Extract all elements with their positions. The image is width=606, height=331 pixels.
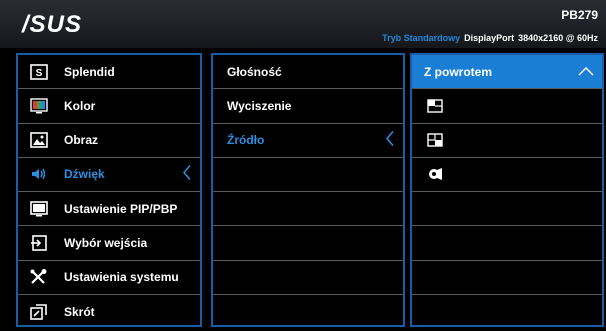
menu-item-sound[interactable]: Dźwięk bbox=[18, 158, 200, 192]
menu-item-splendid[interactable]: S Splendid bbox=[18, 55, 200, 90]
input-label: DisplayPort bbox=[464, 33, 515, 43]
submenu-item-mute[interactable]: Wyciszenie bbox=[213, 89, 403, 124]
back-label: Z powrotem bbox=[424, 64, 492, 79]
menu-item-color[interactable]: Kolor bbox=[18, 89, 200, 124]
menu-label: Ustawienie PIP/PBP bbox=[64, 201, 178, 216]
input-icon bbox=[28, 234, 50, 252]
submenu-empty-row bbox=[213, 158, 403, 192]
chevron-up-icon bbox=[578, 65, 594, 79]
submenu-empty-row bbox=[213, 226, 403, 261]
status-bar: Tryb Standardowy DisplayPort 3840x2160 @ 6… bbox=[382, 33, 598, 43]
back-button[interactable]: Z powrotem bbox=[412, 55, 602, 90]
pip-window-icon bbox=[424, 97, 446, 115]
submenu-label: Źródło bbox=[227, 133, 265, 148]
option-empty-row bbox=[412, 295, 602, 329]
option-pbp-window[interactable] bbox=[412, 124, 602, 158]
menu-label: Obraz bbox=[64, 133, 99, 148]
submenu-empty-row bbox=[213, 295, 403, 329]
menu-label: Kolor bbox=[64, 98, 96, 113]
option-source[interactable] bbox=[412, 158, 602, 192]
chevron-left-icon bbox=[385, 131, 395, 150]
chevron-left-icon bbox=[182, 165, 192, 184]
menu-item-system-settings[interactable]: Ustawienia systemu bbox=[18, 261, 200, 295]
menu-item-input-select[interactable]: Wybór wejścia bbox=[18, 226, 200, 261]
menu-item-pip-pbp[interactable]: Ustawienie PIP/PBP bbox=[18, 192, 200, 227]
submenu-item-volume[interactable]: Głośność bbox=[213, 55, 403, 90]
resolution-label: 3840x2160 @ 60Hz bbox=[518, 33, 598, 43]
osd-header: /SUS PB279 Tryb Standardowy DisplayPort 38… bbox=[0, 0, 606, 48]
asus-logo: /SUS bbox=[22, 11, 83, 38]
menu-label: Ustawienia systemu bbox=[64, 270, 179, 285]
submenu-label: Wyciszenie bbox=[227, 98, 292, 113]
mode-label: Tryb Standardowy bbox=[382, 33, 461, 43]
main-menu: S Splendid Kolor Obraz Dźwięk Ustawienie… bbox=[16, 53, 202, 327]
submenu-label: Głośność bbox=[227, 64, 282, 79]
submenu-item-source[interactable]: Źródło bbox=[213, 124, 403, 158]
pbp-window-icon bbox=[424, 131, 446, 149]
speaker-icon bbox=[28, 165, 50, 183]
menu-item-image[interactable]: Obraz bbox=[18, 124, 200, 158]
menu-label: Skrót bbox=[64, 304, 95, 319]
menu-label: Splendid bbox=[64, 64, 115, 79]
option-empty-row bbox=[412, 226, 602, 261]
svg-text:S: S bbox=[36, 68, 43, 79]
submenu-empty-row bbox=[213, 192, 403, 227]
osd-menu: /SUS PB279 Tryb Standardowy DisplayPort 38… bbox=[0, 0, 606, 331]
submenu-empty-row bbox=[213, 261, 403, 295]
color-icon bbox=[28, 97, 50, 115]
option-pip-window[interactable] bbox=[412, 89, 602, 124]
source-icon bbox=[424, 165, 446, 183]
options-menu: Z powrotem bbox=[410, 53, 604, 327]
sub-menu: Głośność Wyciszenie Źródło bbox=[211, 53, 405, 327]
splendid-icon: S bbox=[28, 63, 50, 81]
menu-label: Wybór wejścia bbox=[64, 235, 148, 250]
image-icon bbox=[28, 131, 50, 149]
menu-label: Dźwięk bbox=[64, 167, 105, 182]
model-name: PB279 bbox=[561, 8, 598, 22]
tools-icon bbox=[28, 268, 50, 286]
pip-icon bbox=[28, 200, 50, 218]
option-empty-row bbox=[412, 192, 602, 227]
menu-item-shortcut[interactable]: Skrót bbox=[18, 295, 200, 329]
shortcut-icon bbox=[28, 303, 50, 321]
option-empty-row bbox=[412, 261, 602, 295]
